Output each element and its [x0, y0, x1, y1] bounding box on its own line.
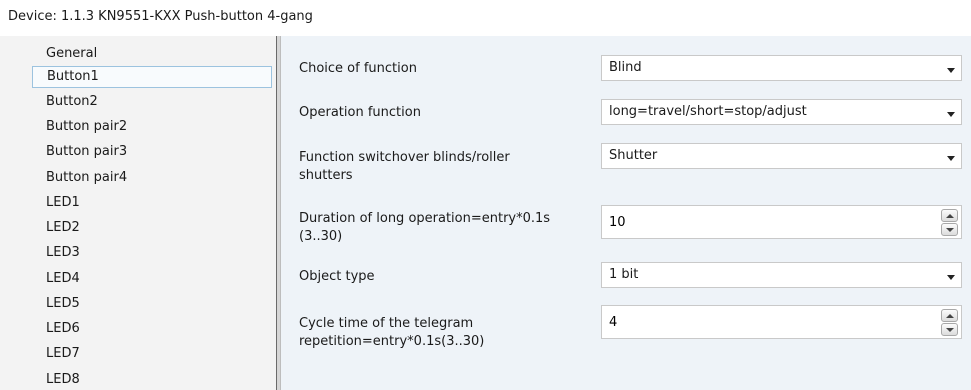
duration-long-operation-label: Duration of long operation=entry*0.1s (3… [299, 210, 589, 246]
arrow-down-icon [946, 328, 954, 332]
sidebar-item-led2[interactable]: LED2 [32, 218, 272, 240]
sidebar-item-button2[interactable]: Button2 [32, 92, 272, 114]
sidebar-item-button-pair3[interactable]: Button pair3 [32, 142, 272, 164]
sidebar-item-led7[interactable]: LED7 [32, 344, 272, 366]
sidebar-item-led4[interactable]: LED4 [32, 269, 272, 291]
chevron-down-icon [947, 275, 955, 280]
sidebar-item-led5[interactable]: LED5 [32, 294, 272, 316]
sidebar-item-led6[interactable]: LED6 [32, 319, 272, 341]
spin-up-button[interactable] [941, 209, 958, 222]
chevron-down-icon [947, 112, 955, 117]
operation-function-dropdown[interactable]: long=travel/short=stop/adjust [601, 99, 962, 125]
object-type-value: 1 bit [609, 267, 639, 282]
operation-function-label: Operation function [299, 105, 421, 120]
sidebar-item-button-pair2[interactable]: Button pair2 [32, 117, 272, 139]
function-switchover-label: Function switchover blinds/roller shutte… [299, 149, 589, 185]
choice-of-function-value: Blind [609, 60, 642, 75]
cycle-time-label-line2: repetition=entry*0.1s(3..30) [299, 334, 485, 349]
duration-long-operation-spinner [601, 205, 962, 239]
device-title-bar: Device: 1.1.3 KN9551-KXX Push-button 4-g… [0, 0, 971, 36]
device-title: Device: 1.1.3 KN9551-KXX Push-button 4-g… [8, 9, 313, 24]
object-type-dropdown[interactable]: 1 bit [601, 262, 962, 288]
arrow-up-icon [946, 314, 954, 318]
function-switchover-label-line1: Function switchover blinds/roller [299, 150, 510, 165]
arrow-up-icon [946, 214, 954, 218]
sidebar-item-button-pair4[interactable]: Button pair4 [32, 168, 272, 190]
spin-down-button[interactable] [941, 323, 958, 336]
cycle-time-spinner [601, 305, 962, 339]
duration-long-operation-input[interactable] [609, 215, 909, 230]
spin-down-button[interactable] [941, 223, 958, 236]
operation-function-value: long=travel/short=stop/adjust [609, 104, 807, 119]
duration-long-operation-label-line2: (3..30) [299, 229, 343, 244]
arrow-down-icon [946, 228, 954, 232]
choice-of-function-dropdown[interactable]: Blind [601, 55, 962, 81]
parameter-panel: Choice of function Blind Operation funct… [281, 36, 971, 390]
chevron-down-icon [947, 68, 955, 73]
function-switchover-dropdown[interactable]: Shutter [601, 143, 962, 169]
cycle-time-label-line1: Cycle time of the telegram [299, 316, 474, 331]
object-type-label: Object type [299, 269, 375, 284]
function-switchover-label-line2: shutters [299, 168, 353, 183]
cycle-time-label: Cycle time of the telegram repetition=en… [299, 315, 589, 351]
duration-long-operation-label-line1: Duration of long operation=entry*0.1s [299, 211, 551, 226]
choice-of-function-label: Choice of function [299, 61, 417, 76]
sidebar-item-led3[interactable]: LED3 [32, 243, 272, 265]
function-switchover-value: Shutter [609, 148, 658, 163]
spin-up-button[interactable] [941, 309, 958, 322]
sidebar-item-button1[interactable]: Button1 [32, 66, 272, 88]
sidebar-item-led8[interactable]: LED8 [32, 370, 272, 390]
sidebar-item-led1[interactable]: LED1 [32, 193, 272, 215]
sidebar-item-general[interactable]: General [32, 44, 272, 66]
cycle-time-input[interactable] [609, 315, 909, 330]
parameter-page-list: General Button1 Button2 Button pair2 But… [0, 36, 276, 390]
chevron-down-icon [947, 156, 955, 161]
